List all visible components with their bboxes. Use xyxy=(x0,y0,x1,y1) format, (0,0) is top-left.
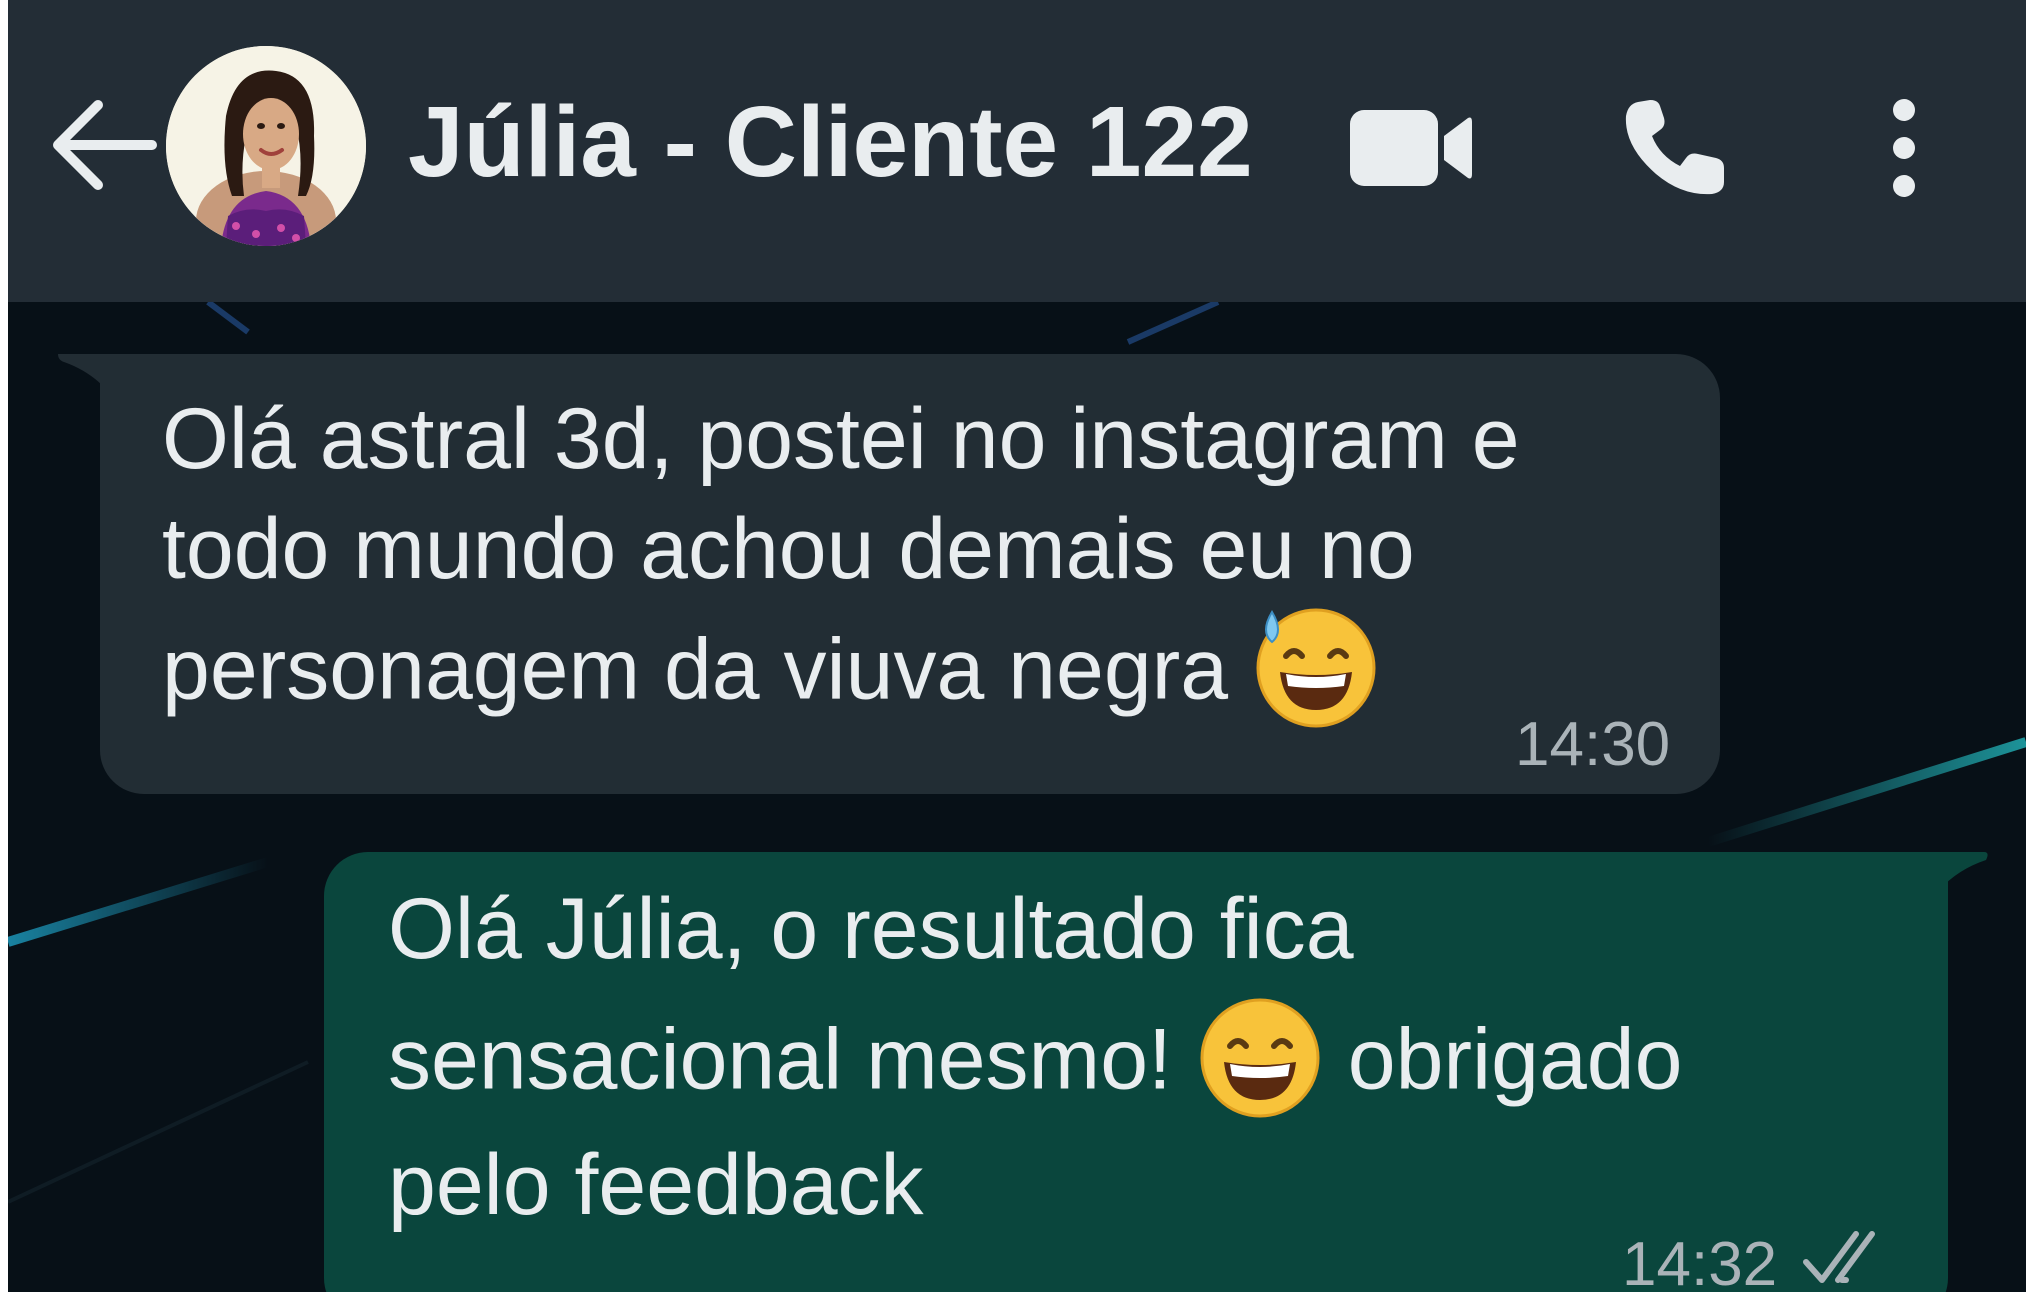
contact-avatar[interactable] xyxy=(166,46,366,246)
incoming-message-bubble[interactable]: Olá astral 3d, postei no instagram e tod… xyxy=(100,354,1720,794)
message-text-line: pelo feedback xyxy=(388,1137,924,1233)
message-text-line: Olá astral 3d, postei no instagram e xyxy=(162,391,1520,487)
contact-name[interactable]: Júlia - Cliente 122 xyxy=(408,82,1253,202)
message-timestamp: 14:30 xyxy=(1515,710,1671,779)
video-call-icon[interactable] xyxy=(1348,106,1474,190)
grinning-face-with-sweat-icon xyxy=(1252,602,1380,730)
message-text-line: Olá Júlia, o resultado fica xyxy=(388,881,1354,977)
message-text-line: personagem da viuva negra xyxy=(162,608,1380,740)
grinning-squinting-face-icon xyxy=(1196,992,1324,1120)
message-timestamp: 14:32 xyxy=(1622,1230,1778,1292)
message-text-line: todo mundo achou demais eu no xyxy=(162,501,1415,597)
back-arrow-icon[interactable] xyxy=(48,95,158,195)
message-text-segment: obrigado xyxy=(1347,1011,1683,1108)
message-text-line: sensacional mesmo! obrigado xyxy=(388,998,1683,1130)
read-double-check-icon xyxy=(1802,1228,1898,1288)
chat-header: Júlia - Cliente 122 xyxy=(8,0,2026,302)
phone-call-icon[interactable] xyxy=(1620,96,1730,200)
message-text-segment: personagem da viuva negra xyxy=(162,621,1229,718)
outgoing-message-bubble[interactable]: Olá Júlia, o resultado fica sensacional … xyxy=(324,852,1948,1292)
screen-edge xyxy=(0,0,8,1292)
chat-screen: Júlia - Cliente 122 Olá astral 3d, poste… xyxy=(8,0,2026,1292)
message-list[interactable]: Olá astral 3d, postei no instagram e tod… xyxy=(8,302,2026,1292)
more-options-icon[interactable] xyxy=(1886,96,1922,200)
message-text-segment: sensacional mesmo! xyxy=(388,1011,1172,1108)
